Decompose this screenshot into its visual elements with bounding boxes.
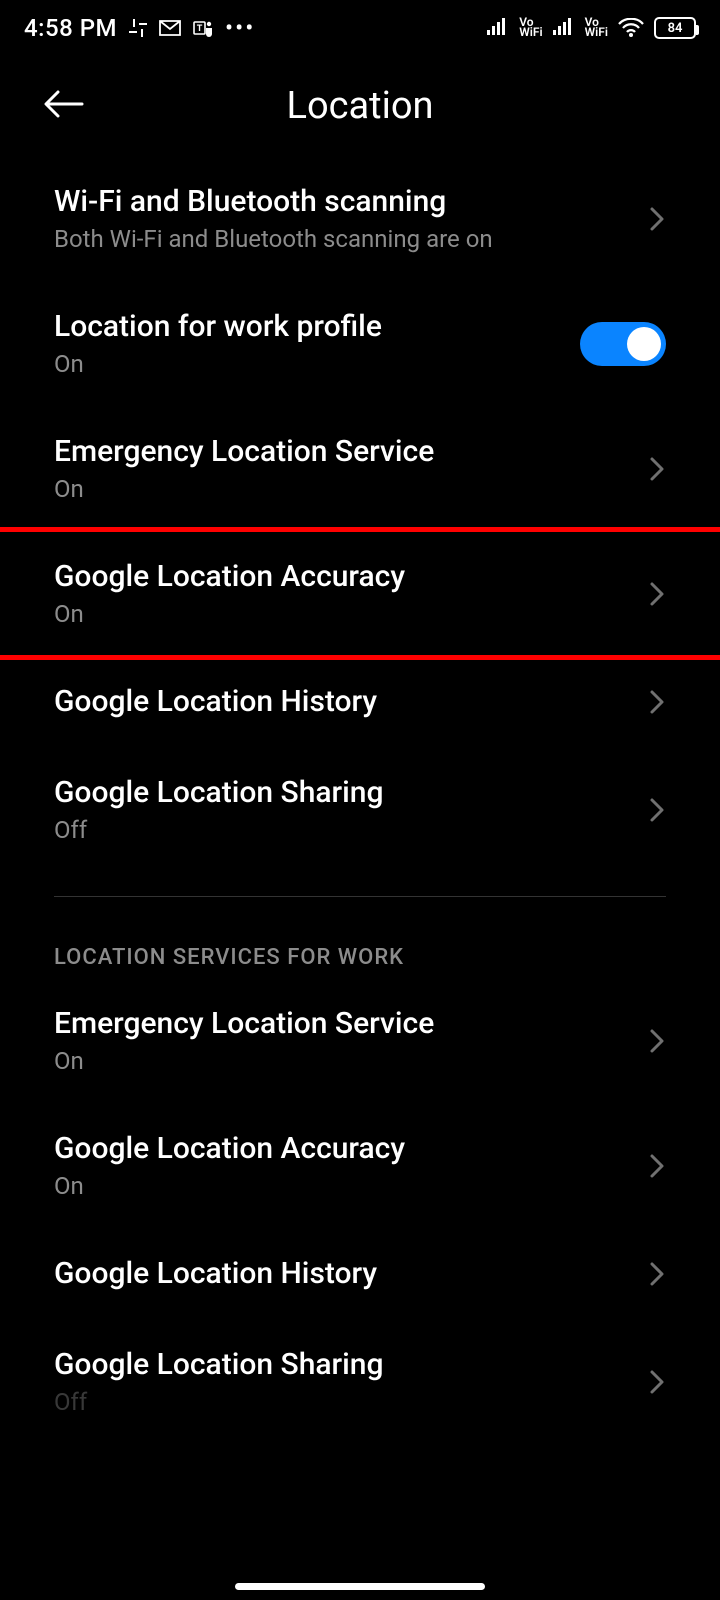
home-indicator[interactable] <box>235 1583 485 1590</box>
item-sub: Off <box>54 1388 632 1416</box>
item-title: Google Location Sharing <box>54 1347 632 1382</box>
item-title: Google Location History <box>54 1256 632 1291</box>
app-header: Location <box>0 56 720 156</box>
chevron-right-icon <box>648 688 666 716</box>
chevron-right-icon <box>648 205 666 233</box>
work-item-google-location-history[interactable]: Google Location History <box>0 1228 720 1319</box>
chevron-right-icon <box>648 580 666 608</box>
chevron-right-icon <box>648 1027 666 1055</box>
item-title: Location for work profile <box>54 309 564 344</box>
back-button[interactable] <box>44 89 84 123</box>
item-title: Google Location Sharing <box>54 775 632 810</box>
item-sub: On <box>54 600 632 628</box>
item-google-location-history[interactable]: Google Location History <box>0 656 720 747</box>
item-google-location-sharing[interactable]: Google Location Sharing Off <box>0 747 720 872</box>
teams-icon: T <box>193 19 213 37</box>
item-location-work-profile[interactable]: Location for work profile On <box>0 281 720 406</box>
item-sub: On <box>54 1047 632 1075</box>
item-sub: Off <box>54 816 632 844</box>
signal-1-icon <box>487 16 509 41</box>
wifi-icon <box>618 18 644 38</box>
settings-list: Wi-Fi and Bluetooth scanning Both Wi-Fi … <box>0 156 720 1418</box>
chevron-right-icon <box>648 455 666 483</box>
signal-2-icon <box>553 16 575 41</box>
vowifi-1-icon: VoWiFi <box>519 18 542 37</box>
item-sub: On <box>54 1172 632 1200</box>
item-title: Google Location Accuracy <box>54 1131 632 1166</box>
item-sub: On <box>54 475 632 503</box>
slack-icon <box>129 19 147 37</box>
work-item-emergency-location-service[interactable]: Emergency Location Service On <box>0 978 720 1103</box>
item-google-location-accuracy[interactable]: Google Location Accuracy On <box>0 531 720 656</box>
item-title: Emergency Location Service <box>54 1006 632 1041</box>
item-title: Google Location History <box>54 684 632 719</box>
chevron-right-icon <box>648 1152 666 1180</box>
item-sub: On <box>54 350 564 378</box>
vowifi-2-icon: VoWiFi <box>585 18 608 37</box>
svg-text:T: T <box>197 24 203 34</box>
status-time: 4:58 PM <box>24 14 117 42</box>
more-icon: ••• <box>225 14 255 42</box>
section-header-work: LOCATION SERVICES FOR WORK <box>0 897 720 978</box>
item-wifi-bluetooth-scanning[interactable]: Wi-Fi and Bluetooth scanning Both Wi-Fi … <box>0 156 720 281</box>
status-left: 4:58 PM T ••• <box>24 14 255 42</box>
item-title: Wi-Fi and Bluetooth scanning <box>54 184 632 219</box>
gmail-icon <box>159 20 181 36</box>
work-item-google-location-accuracy[interactable]: Google Location Accuracy On <box>0 1103 720 1228</box>
item-title: Google Location Accuracy <box>54 559 632 594</box>
item-emergency-location-service[interactable]: Emergency Location Service On <box>0 406 720 531</box>
toggle-switch[interactable] <box>580 322 666 366</box>
page-title: Location <box>0 84 720 128</box>
item-sub: Both Wi-Fi and Bluetooth scanning are on <box>54 225 632 253</box>
chevron-right-icon <box>648 796 666 824</box>
item-title: Emergency Location Service <box>54 434 632 469</box>
status-right: VoWiFi VoWiFi 84 <box>487 16 696 41</box>
work-item-google-location-sharing[interactable]: Google Location Sharing Off <box>0 1319 720 1418</box>
chevron-right-icon <box>648 1260 666 1288</box>
status-bar: 4:58 PM T ••• VoWiFi VoWiFi 84 <box>0 0 720 56</box>
battery-icon: 84 <box>654 17 696 39</box>
chevron-right-icon <box>648 1368 666 1396</box>
